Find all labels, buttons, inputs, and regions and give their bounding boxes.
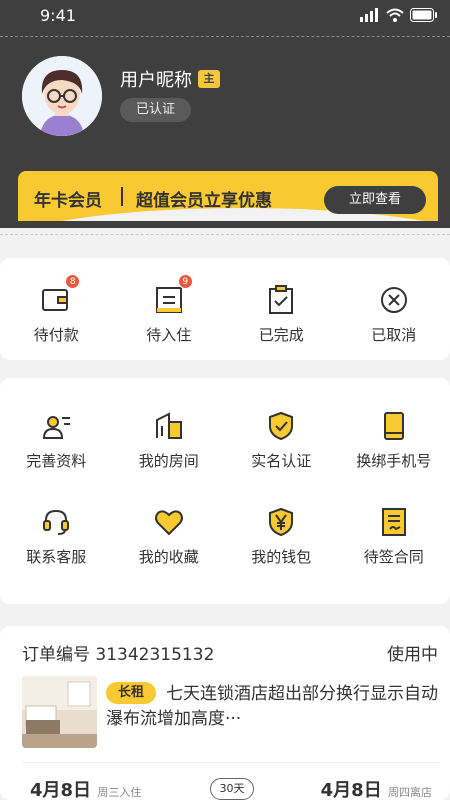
wallet-icon: 8 — [40, 274, 81, 316]
order-cancelled[interactable]: 已取消 — [338, 284, 450, 345]
badge-count: 8 — [65, 274, 81, 289]
service-change-phone[interactable]: 换绑手机号 — [338, 410, 450, 471]
headset-icon — [40, 506, 72, 538]
order-completed-label: 已完成 — [258, 326, 304, 344]
status-bar: 9:41 — [0, 0, 450, 34]
services-row-2: 联系客服 我的收藏 我的钱包 待签合同 — [0, 506, 450, 567]
service-my-room[interactable]: 我的房间 — [113, 410, 226, 471]
service-pending-contract[interactable]: 待签合同 — [338, 506, 450, 567]
service-favorites[interactable]: 我的收藏 — [113, 506, 226, 567]
checkin-date-value: 4月8日 — [30, 780, 92, 800]
hotel-room-image — [22, 676, 97, 748]
checkin-note: 周三入住 — [97, 786, 142, 799]
service-label: 我的房间 — [138, 452, 199, 470]
avatar[interactable] — [22, 56, 102, 136]
crown-badge-icon: 主 — [198, 70, 220, 88]
status-time: 9:41 — [40, 6, 76, 25]
contract-icon — [378, 506, 410, 538]
cancel-circle-icon — [378, 284, 410, 316]
order-divider — [22, 762, 440, 763]
shield-check-icon — [265, 410, 297, 442]
service-label: 我的收藏 — [138, 548, 199, 566]
service-contact-support[interactable]: 联系客服 — [0, 506, 113, 567]
service-label: 换绑手机号 — [356, 452, 432, 470]
checkin-date: 4月8日 周三入住 — [30, 776, 141, 800]
user-nickname-row[interactable]: 用户昵称 主 — [120, 66, 220, 92]
vip-subtitle: 超值会员立享优惠 — [136, 191, 272, 211]
order-status: 使用中 — [387, 645, 438, 665]
service-label: 联系客服 — [26, 548, 87, 566]
signal-icon — [360, 8, 378, 22]
order-status-grid: 8 待付款 9 待入住 已完成 已取消 — [0, 274, 450, 345]
order-pending-checkin[interactable]: 9 待入住 — [113, 274, 226, 345]
phone-icon — [378, 410, 410, 442]
order-pending-checkin-label: 待入住 — [146, 326, 192, 344]
service-complete-profile[interactable]: 完善资料 — [0, 410, 113, 471]
verified-badge: 已认证 — [120, 98, 192, 122]
checkout-note: 周四离店 — [388, 786, 432, 799]
order-pending-payment-label: 待付款 — [33, 326, 79, 344]
service-real-name-auth[interactable]: 实名认证 — [225, 410, 338, 471]
user-nickname: 用户昵称 — [120, 70, 192, 91]
service-label: 待签合同 — [363, 548, 424, 566]
battery-icon — [410, 8, 437, 22]
vip-title: 年卡会员 — [34, 191, 102, 211]
vip-banner[interactable]: 年卡会员 超值会员立享优惠 立即查看 — [18, 171, 438, 221]
header-divider — [0, 36, 450, 37]
view-now-button[interactable]: 立即查看 — [324, 186, 426, 214]
vip-separator — [121, 187, 123, 206]
checkout-date-value: 4月8日 — [320, 780, 382, 800]
order-cancelled-label: 已取消 — [371, 326, 417, 344]
checkout-date: 4月8日 周四离店 — [321, 776, 432, 800]
avatar-illustration-icon — [22, 56, 102, 136]
services-card: 完善资料 我的房间 实名认证 换绑手机号 联系客服 我的收藏 我的钱包 待签合同 — [0, 378, 450, 604]
hotel-title[interactable]: 七天连锁酒店超出部分换行显示自动瀑布流增加高度··· — [106, 682, 444, 732]
hotel-thumbnail[interactable] — [22, 676, 97, 748]
status-icons — [360, 8, 438, 22]
service-label: 我的钱包 — [251, 548, 312, 566]
section-divider — [0, 234, 450, 235]
clipboard-check-icon — [265, 284, 297, 316]
nights-count: 30天 — [210, 778, 254, 800]
yen-shield-icon — [265, 506, 297, 538]
heart-icon — [153, 506, 185, 538]
order-status-card: 8 待付款 9 待入住 已完成 已取消 — [0, 258, 450, 360]
order-number: 订单编号 31342315132 — [22, 645, 215, 665]
building-icon — [153, 410, 185, 442]
services-row-1: 完善资料 我的房间 实名认证 换绑手机号 — [0, 410, 450, 471]
profile-card-icon — [40, 410, 72, 442]
service-label: 完善资料 — [26, 452, 87, 470]
service-label: 实名认证 — [251, 452, 312, 470]
checkin-list-icon: 9 — [153, 274, 193, 316]
long-rent-tag: 长租 — [106, 682, 157, 704]
order-completed[interactable]: 已完成 — [225, 284, 338, 345]
badge-count: 9 — [177, 274, 193, 289]
order-pending-payment[interactable]: 8 待付款 — [0, 274, 113, 345]
service-wallet[interactable]: 我的钱包 — [225, 506, 338, 567]
wifi-icon — [386, 8, 404, 22]
